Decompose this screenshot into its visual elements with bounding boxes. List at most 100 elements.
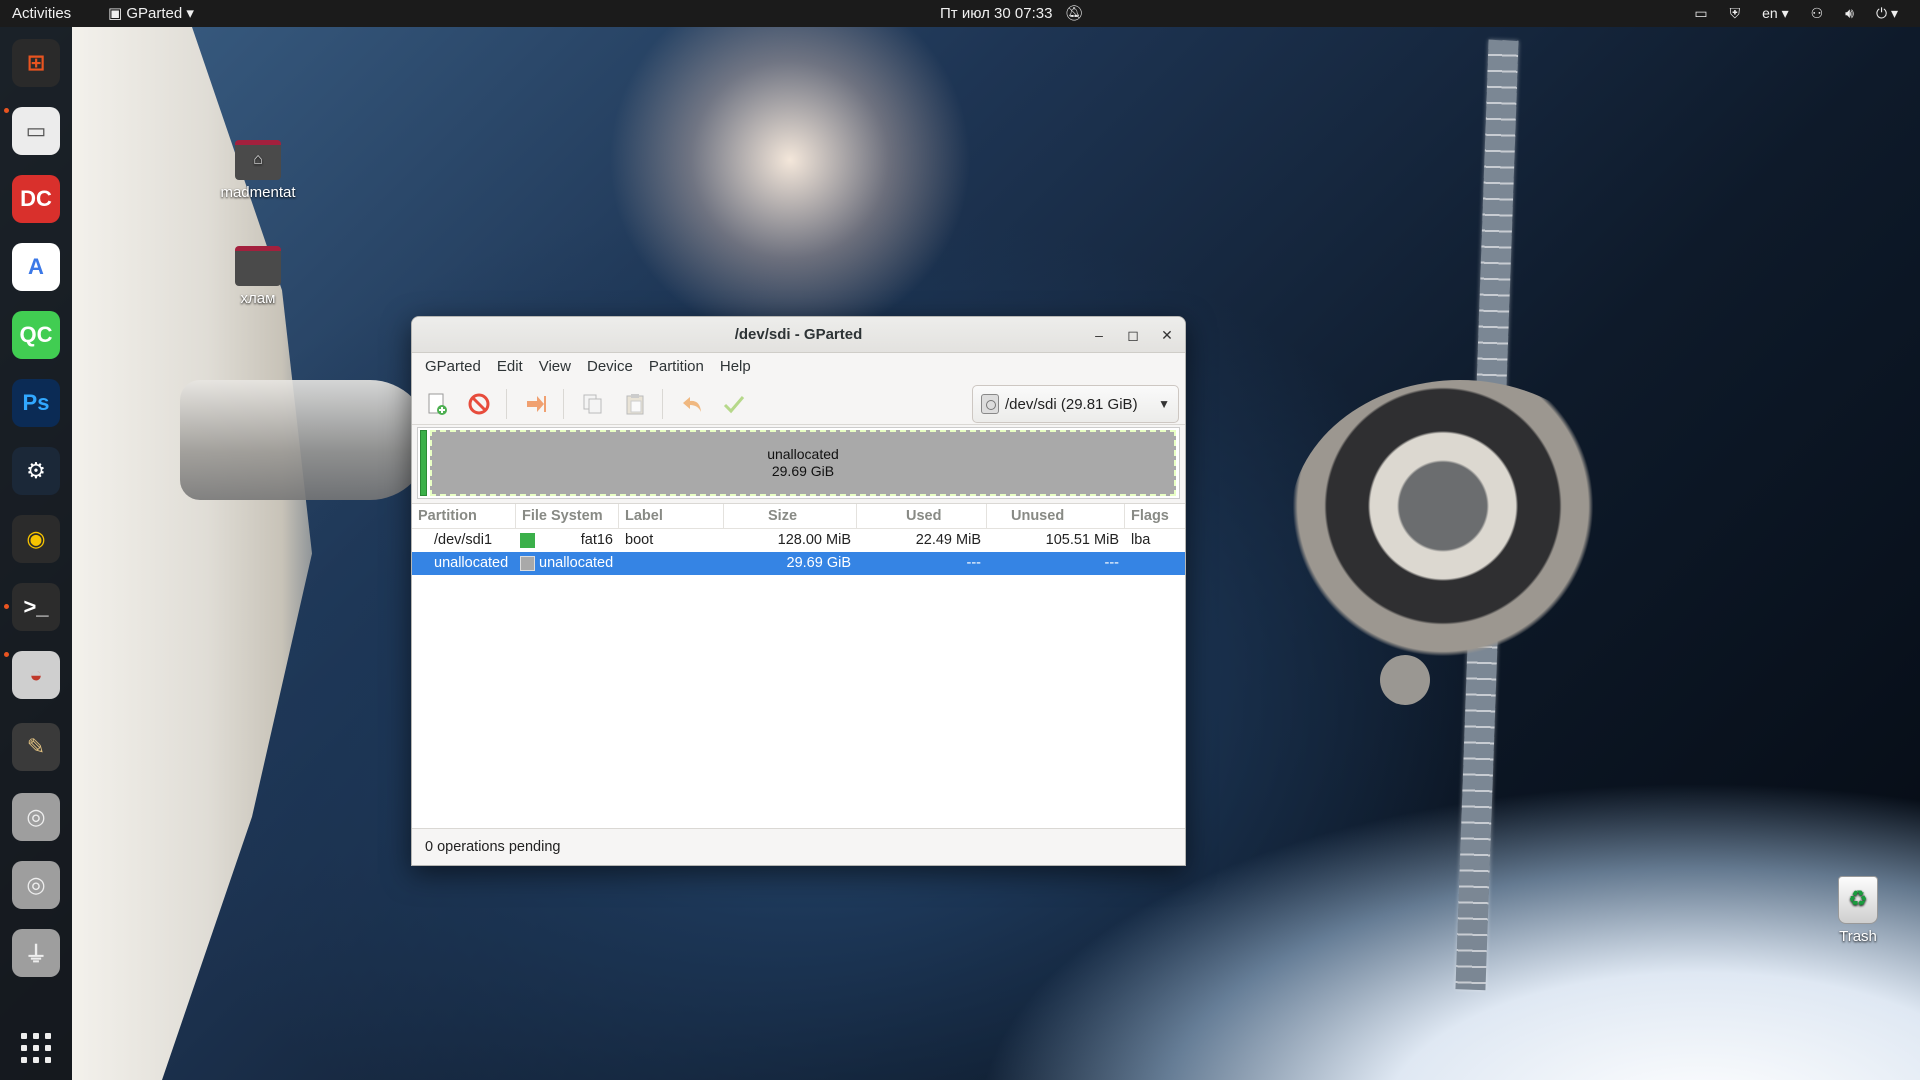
new-partition-icon: [428, 393, 447, 415]
wallpaper-station-module: [180, 380, 430, 500]
device-selector[interactable]: /dev/sdi (29.81 GiB) ▼: [972, 385, 1179, 423]
column-header-used[interactable]: Used: [857, 504, 987, 528]
apps-grid-dot: [45, 1057, 51, 1063]
keyboard-layout-indicator[interactable]: en ▾: [1762, 0, 1789, 27]
menu-help[interactable]: Help: [713, 353, 758, 381]
cell-used: 22.49 MiB: [915, 532, 981, 548]
partition-table-header: Partition File System Label Size Used Un…: [412, 504, 1185, 529]
cell-partition: /dev/sdi1: [434, 532, 493, 548]
undo-icon: [683, 397, 701, 412]
resize-move-button[interactable]: [521, 389, 551, 419]
column-header-partition[interactable]: Partition: [412, 504, 516, 528]
cell-unused: 105.51 MiB: [1045, 532, 1119, 548]
doublecmd-icon[interactable]: DC: [12, 175, 60, 223]
delete-partition-button[interactable]: [464, 389, 494, 419]
apps-grid-dot: [33, 1045, 39, 1051]
gparted-icon[interactable]: ◒: [12, 651, 60, 699]
table-row[interactable]: unallocated unallocated 29.69 GiB --- ---: [412, 552, 1185, 575]
desktop-icon-home-folder[interactable]: ⌂ madmentat: [203, 140, 313, 201]
copy-button[interactable]: [578, 389, 608, 419]
desktop-icon-label: хлам: [240, 290, 276, 307]
volume-icon[interactable]: 🔊︎: [1845, 0, 1854, 27]
toolbar-separator: [563, 389, 564, 419]
filesystem-color-swatch: [520, 556, 535, 571]
rhythmbox-icon[interactable]: ◉: [12, 515, 60, 563]
apply-button[interactable]: [719, 389, 749, 419]
qt-creator-icon[interactable]: QC: [12, 311, 60, 359]
gimp-icon[interactable]: ✎: [12, 723, 60, 771]
chevron-down-icon: ▾: [182, 5, 194, 22]
minimize-button[interactable]: –: [1087, 323, 1111, 347]
usb-drive-icon[interactable]: ⏚: [12, 929, 60, 977]
toolbar-separator: [506, 389, 507, 419]
menu-edit[interactable]: Edit: [490, 353, 530, 381]
cell-size: 29.69 GiB: [786, 555, 852, 571]
close-button[interactable]: ✕: [1155, 323, 1179, 347]
activities-button[interactable]: Activities: [12, 0, 71, 27]
apps-grid-dot: [45, 1033, 51, 1039]
device-selector-label: /dev/sdi (29.81 GiB): [1005, 395, 1138, 413]
column-header-size[interactable]: Size: [724, 504, 857, 528]
top-bar: Activities ▣ GParted ▾ Пт июл 30 07:33 🔕…: [0, 0, 1920, 27]
undo-button[interactable]: [677, 389, 707, 419]
apps-grid-dot: [21, 1033, 27, 1039]
screen-icon[interactable]: ▭: [1694, 0, 1707, 27]
notifications-off-icon: 🔕︎: [1064, 5, 1084, 22]
cell-label: [619, 552, 724, 575]
toolbar-separator: [662, 389, 663, 419]
toolbar: /dev/sdi (29.81 GiB) ▼: [412, 381, 1185, 425]
network-icon[interactable]: ⚇: [1811, 0, 1824, 27]
disc-drive-2-icon[interactable]: ◎: [12, 861, 60, 909]
status-bar: 0 operations pending: [412, 828, 1185, 865]
power-icon[interactable]: ⏻ ▾: [1876, 0, 1898, 27]
system-tray: ▭ ⛨ en ▾ ⚇ 🔊︎ ⏻ ▾: [1694, 0, 1898, 27]
menu-gparted[interactable]: GParted: [418, 353, 488, 381]
desktop-icon-folder[interactable]: хлам: [203, 246, 313, 307]
cell-flags: [1125, 552, 1185, 575]
apps-grid-dot: [45, 1045, 51, 1051]
copy-icon: [583, 394, 602, 414]
disk-map-partition-sdi1[interactable]: [420, 430, 427, 496]
desktop-icon-label: madmentat: [220, 184, 296, 201]
cell-flags: lba: [1131, 532, 1151, 548]
clock[interactable]: Пт июл 30 07:33 🔕︎: [940, 0, 1084, 27]
terminal-icon[interactable]: >_: [12, 583, 60, 631]
apps-grid-dot: [33, 1033, 39, 1039]
operations-pending-label: 0 operations pending: [425, 839, 561, 855]
desktop-icon-trash[interactable]: ♻ Trash: [1803, 876, 1913, 945]
column-header-unused[interactable]: Unused: [987, 504, 1125, 528]
window-titlebar[interactable]: /dev/sdi - GParted – ◻ ✕: [412, 317, 1185, 353]
disk-map-unallocated[interactable]: unallocated 29.69 GiB: [430, 430, 1176, 496]
table-row[interactable]: /dev/sdi1 fat16 boot 128.00 MiB 22.49 MiB 105…: [412, 529, 1185, 552]
cell-unused: ---: [1104, 555, 1120, 571]
column-header-file-system[interactable]: File System: [516, 504, 619, 528]
partition-table: Partition File System Label Size Used Un…: [412, 503, 1185, 829]
flathub-store-icon[interactable]: ⊞: [12, 39, 60, 87]
cell-partition: unallocated: [434, 555, 509, 571]
disk-map-unallocated-size: 29.69 GiB: [771, 463, 835, 479]
trash-icon: ♻: [1838, 876, 1878, 924]
apps-grid-dot: [21, 1045, 27, 1051]
resize-move-icon: [527, 396, 546, 412]
files-icon[interactable]: ▭: [12, 107, 60, 155]
apps-grid-dot: [21, 1057, 27, 1063]
app-menu-window-icon: ▣: [108, 5, 127, 22]
column-header-label[interactable]: Label: [619, 504, 724, 528]
app-menu[interactable]: ▣ GParted ▾: [108, 0, 194, 27]
show-applications-icon[interactable]: [18, 1030, 54, 1066]
column-header-flags[interactable]: Flags: [1125, 504, 1185, 528]
menu-partition[interactable]: Partition: [642, 353, 711, 381]
new-partition-button[interactable]: [422, 389, 452, 419]
menu-device[interactable]: Device: [580, 353, 640, 381]
paste-button[interactable]: [620, 389, 650, 419]
android-studio-icon[interactable]: A: [12, 243, 60, 291]
disc-drive-icon[interactable]: ◎: [12, 793, 60, 841]
maximize-button[interactable]: ◻: [1121, 323, 1145, 347]
running-indicator: [4, 108, 9, 113]
steam-icon[interactable]: ⚙: [12, 447, 60, 495]
photoshop-icon[interactable]: Ps: [12, 379, 60, 427]
shield-icon[interactable]: ⛨: [1730, 0, 1741, 27]
cell-file-system-label: unallocated: [539, 555, 614, 571]
menu-view[interactable]: View: [532, 353, 578, 381]
disk-map: unallocated 29.69 GiB: [417, 427, 1180, 499]
